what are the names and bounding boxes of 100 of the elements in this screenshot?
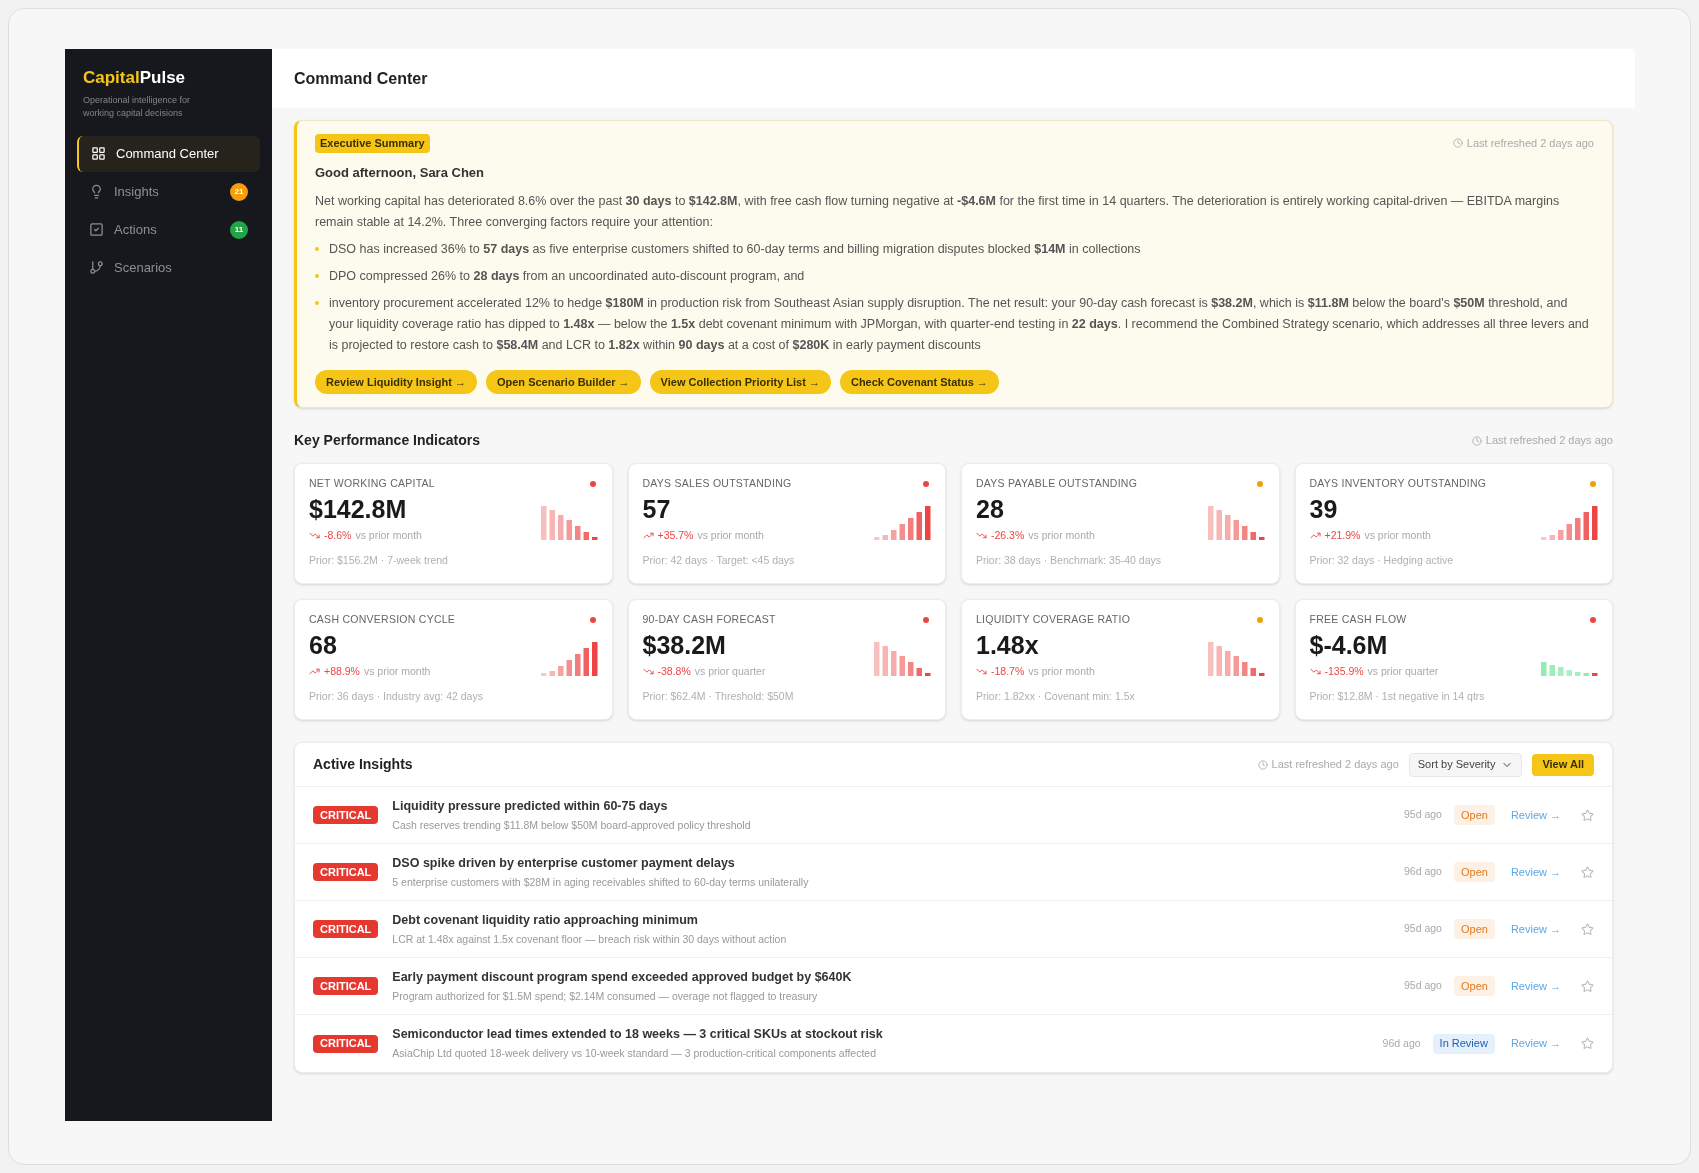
star-icon[interactable] [1581, 808, 1594, 822]
star-icon[interactable] [1581, 865, 1594, 879]
greeting: Good afternoon, Sara Chen [315, 163, 485, 182]
kpi-label: NET WORKING CAPITAL [309, 476, 435, 491]
kpi-label: 90-DAY CASH FORECAST [642, 612, 776, 627]
count-badge: 11 [230, 220, 248, 239]
kpi-period: vs prior quarter [1367, 663, 1439, 679]
kpi-label: DAYS SALES OUTSTANDING [642, 476, 792, 491]
kpi-value: 1.48x [976, 629, 1040, 661]
insight-detail: Cash reserves trending $11.8M below $50M board-approved policy threshold [392, 817, 752, 833]
kpi-label: LIQUIDITY COVERAGE RATIO [976, 612, 1131, 627]
kpi-value: 68 [309, 629, 338, 661]
kpi-footer: Prior: $12.8M · 1st negative in 14 qtrs [1309, 688, 1598, 705]
insight-title: Semiconductor lead times extended to 18 weeks — 3 critical SKUs at stockout risk [392, 1026, 884, 1044]
kpi-value: 57 [642, 493, 672, 525]
star-icon[interactable] [1581, 1037, 1594, 1050]
clock-icon [1257, 759, 1268, 770]
summary-text: Net working capital has deteriorated 8.6% over the past 30 days to $142.8M, with free cash flow turning negative at -$4.6M for the first time in 14 quarters. The deterioration is entirely working capital-driven — EBITDA margins remain stable at 14.2%. Three converging factors require your attention: [315, 193, 1561, 231]
kpi-period: vs prior month [355, 527, 422, 543]
insight-age: 95d ago [1404, 978, 1442, 994]
kpi-footer: Prior: $62.4M · Threshold: $50M [642, 688, 931, 705]
kpi-value: $-4.6M [1309, 629, 1389, 661]
bullet-icon [315, 247, 319, 251]
refresh-note: Last refreshed 2 days ago [1257, 756, 1399, 773]
nav-item[interactable]: Scenarios [77, 249, 260, 286]
status-badge: Open [1453, 805, 1495, 825]
kpi-change: -18.7% [991, 663, 1025, 679]
kpi-label: CASH CONVERSION CYCLE [309, 612, 456, 627]
section-title: Key Performance Indicators [294, 431, 480, 450]
insight-detail: Program authorized for $1.5M spend; $2.14M consumed — overage not flagged to treasury [392, 988, 819, 1004]
kpi-value: $142.8M [309, 493, 408, 525]
kpi-period: vs prior quarter [694, 663, 766, 679]
status-badge: Open [1453, 919, 1495, 939]
kpi-change: +88.9% [324, 663, 360, 679]
view-all-button[interactable]: View All [1532, 753, 1594, 776]
summary-point: DPO compressed 26% to 28 days from an uncoordinated auto-discount program, and [329, 268, 805, 285]
action-button[interactable]: Review Liquidity Insight → [315, 370, 477, 394]
kpi-label: DAYS PAYABLE OUTSTANDING [976, 476, 1138, 491]
summary-tag: Executive Summary [315, 134, 430, 153]
kpi-period: vs prior month [363, 663, 431, 679]
severity-badge: CRITICAL [313, 863, 379, 881]
nav-item[interactable]: Command Center [77, 135, 260, 172]
insight-detail: 5 enterprise customers with $28M in aging receivables shifted to 60-day terms unilaterally [392, 874, 810, 890]
insight-row[interactable]: CRITICAL Early payment discount program spend exceeded approved budget by $640K Program authorized for $1.5M spend; $2.14M consumed — overage not flagged to treasury 95d ago Open Review → [295, 958, 1612, 1015]
sort-dropdown[interactable]: Sort by Severity [1408, 752, 1523, 777]
status-badge: Open [1453, 862, 1495, 882]
insight-title: Early payment discount program spend exceeded approved budget by $640K [392, 968, 853, 986]
kpi-period: vs prior month [1028, 527, 1095, 543]
kpi-label: FREE CASH FLOW [1309, 612, 1407, 627]
kpi-change: -8.6% [324, 527, 352, 543]
severity-badge: CRITICAL [313, 977, 379, 995]
insight-row[interactable]: CRITICAL Debt covenant liquidity ratio approaching minimum LCR at 1.48x against 1.5x covenant floor — breach risk within 30 days without action 95d ago Open Review → [295, 901, 1612, 958]
insight-age: 95d ago [1404, 921, 1442, 937]
kpi-footer: Prior: $156.2M · 7-week trend [309, 552, 598, 569]
kpi-value: 39 [1309, 493, 1339, 525]
action-button[interactable]: Check Covenant Status → [839, 370, 999, 394]
brand-logo: CapitalPulse [82, 67, 187, 89]
kpi-value: $38.2M [642, 629, 727, 661]
kpi-footer: Prior: 38 days · Benchmark: 35-40 days [976, 552, 1265, 569]
page-title: Command Center [294, 68, 428, 89]
nav-item[interactable]: Actions 11 [77, 211, 260, 248]
kpi-change: -38.8% [657, 663, 691, 679]
kpi-change: +35.7% [657, 527, 694, 543]
insight-age: 96d ago [1382, 1035, 1421, 1051]
insight-detail: AsiaChip Ltd quoted 18-week delivery vs 10-week standard — 3 production-critical components affected [392, 1046, 877, 1061]
insight-detail: LCR at 1.48x against 1.5x covenant floor — breach risk within 30 days without action [392, 931, 788, 947]
insight-row[interactable]: CRITICAL DSO spike driven by enterprise customer payment delays 5 enterprise customers with $28M in aging receivables shifted to 60-day terms unilaterally 96d ago Open Review → [295, 844, 1612, 901]
insight-age: 96d ago [1404, 864, 1442, 880]
bullet-icon [315, 301, 319, 305]
kpi-footer: Prior: 36 days · Industry avg: 42 days [309, 688, 598, 705]
nav-item[interactable]: Insights 21 [77, 173, 260, 210]
checkbox-icon [89, 222, 104, 237]
kpi-footer: Prior: 32 days · Hedging active [1309, 552, 1598, 569]
clock-icon [1452, 138, 1463, 149]
kpi-period: vs prior month [1028, 663, 1095, 679]
kpi-period: vs prior month [1364, 527, 1431, 543]
lightbulb-icon [89, 184, 104, 199]
insight-title: DSO spike driven by enterprise customer payment delays [392, 854, 736, 872]
status-badge: Open [1453, 976, 1495, 996]
insight-age: 95d ago [1404, 807, 1442, 823]
kpi-change: +21.9% [1324, 527, 1361, 543]
star-icon[interactable] [1581, 979, 1594, 993]
status-badge: In Review [1432, 1033, 1495, 1054]
insight-title: Liquidity pressure predicted within 60-75 days [392, 797, 669, 815]
brand-tagline: Operational intelligence for working capital decisions [82, 93, 192, 120]
action-button[interactable]: View Collection Priority List → [649, 370, 831, 394]
grid-icon [91, 146, 106, 161]
refresh-note: Last refreshed 2 days ago [1471, 432, 1613, 449]
refresh-note: Last refreshed 2 days ago [1452, 135, 1594, 152]
section-title: Active Insights [313, 755, 413, 774]
insight-row[interactable]: CRITICAL Liquidity pressure predicted within 60-75 days Cash reserves trending $11.8M below $50M board-approved policy threshold 95d ago Open Review → [295, 787, 1612, 844]
kpi-label: DAYS INVENTORY OUTSTANDING [1309, 476, 1487, 491]
action-button[interactable]: Open Scenario Builder → [485, 370, 641, 394]
severity-badge: CRITICAL [313, 1034, 379, 1053]
summary-point: inventory procurement accelerated 12% to hedge $180M in production risk from Southeast Asian supply disruption. The net result: your 90-day cash forecast is $38.2M, which is $11.8M below the board's $50M threshold, and your liquidity coverage ratio has dipped to 1.48x — below the 1.5x debt covenant minimum with JPMorgan, with quarter-end testing in 22 days. I recommend the Combined Strategy scenario, which addresses all three levers and is projected to restore cash to $58.4M and LCR to 1.82x within 90 days at a cost of $280K in early payment discounts [329, 295, 1590, 354]
clock-icon [1471, 435, 1482, 446]
kpi-value: 28 [976, 493, 1005, 525]
bullet-icon [315, 274, 319, 278]
kpi-footer: Prior: 42 days · Target: <45 days [642, 552, 931, 569]
star-icon[interactable] [1581, 922, 1594, 936]
